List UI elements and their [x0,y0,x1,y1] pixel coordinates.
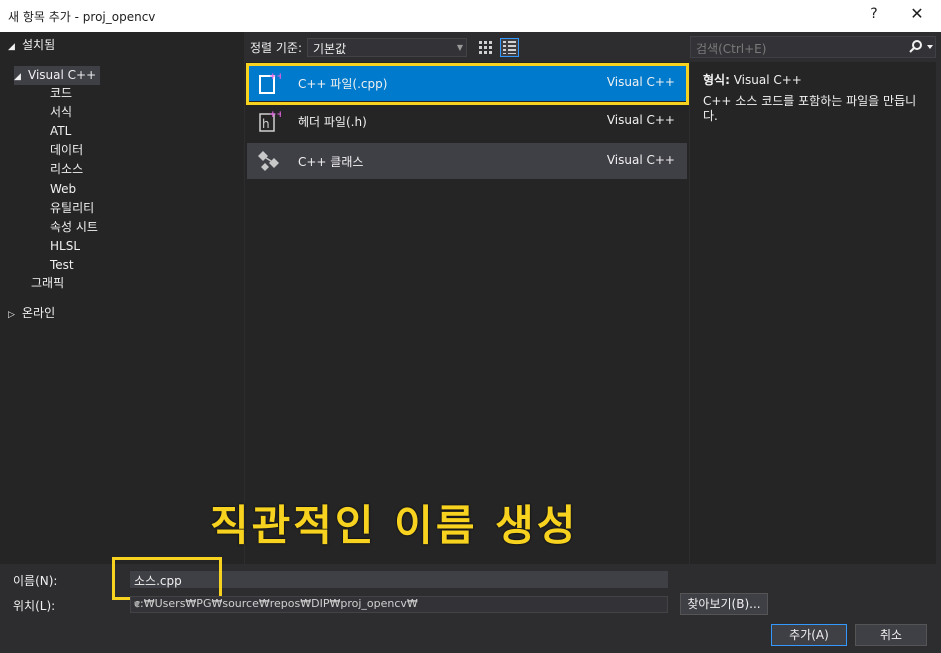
tree-item-visual-cpp[interactable]: ◢ Visual C++ [14,66,101,87]
expand-arrow-icon[interactable]: ◢ [8,38,22,57]
search-placeholder: 검색(Ctrl+E) [696,42,767,56]
sort-select-value: 기본값 [313,42,347,56]
tree-item-hlsl[interactable]: HLSL [50,237,80,256]
sort-label: 정렬 기준: [250,41,303,55]
tree-item-test[interactable]: Test [50,256,74,275]
list-view-icon [503,41,516,54]
chevron-down-icon: ▼ [456,43,463,52]
template-name: 헤더 파일(.h) [298,115,367,129]
template-item-header-file[interactable]: h ++ 헤더 파일(.h) Visual C++ [247,103,687,139]
category-tree: ◢ 설치됨 ◢ Visual C++ 코드 서식 ATL 데이터 리소스 Web 유… [0,32,244,564]
template-name: C++ 클래스 [298,155,364,169]
template-description: C++ 소스 코드를 포함하는 파일을 만듭니다. [703,94,917,123]
tree-item-label: 온라인 [22,306,56,320]
template-type: 형식: Visual C++ [703,71,802,88]
tree-item-data[interactable]: 데이터 [50,141,83,160]
tree-item-resource[interactable]: 리소스 [50,160,83,179]
tree-item-utility[interactable]: 유틸리티 [50,199,94,218]
header-file-icon: h ++ [259,110,281,132]
tree-item-label: Visual C++ [28,68,97,82]
tree-item-atl[interactable]: ATL [50,122,71,141]
template-list: ++ C++ 파일(.cpp) Visual C++ h ++ 헤더 파일(.h… [245,62,689,564]
class-icon [258,151,279,171]
list-view-button[interactable] [500,38,519,57]
window-title: 새 항목 추가 - proj_opencv [8,10,156,24]
tree-item-label: 설치됨 [22,38,56,52]
highlight-box-cpp [246,63,689,105]
collapse-arrow-icon[interactable]: ▷ [8,306,22,325]
help-button[interactable]: ? [866,6,882,22]
add-button[interactable]: 추가(A) [771,624,847,646]
template-info-panel: 형식: Visual C++ C++ 소스 코드를 포함하는 파일을 만듭니다. [690,62,936,564]
tree-item-code[interactable]: 코드 [50,84,72,103]
location-field[interactable]: c:₩Users₩PG₩source₩repos₩DIP₩proj_opencv… [130,596,668,613]
name-label: 이름(N): [13,574,58,588]
close-button[interactable]: ✕ [905,4,929,23]
type-label: 형식: [703,73,730,87]
svg-text:++: ++ [269,110,281,120]
tree-item-installed[interactable]: ◢ 설치됨 [8,36,55,55]
search-icon[interactable] [905,39,935,55]
template-language: Visual C++ [606,153,675,167]
search-input[interactable]: 검색(Ctrl+E) [690,36,936,58]
tree-item-property-sheet[interactable]: 속성 시트 [50,218,98,237]
highlight-box-name [112,557,222,600]
tree-item-web[interactable]: Web [50,180,76,199]
browse-button[interactable]: 찾아보기(B)... [680,593,768,615]
tree-item-format[interactable]: 서식 [50,103,72,122]
location-label: 위치(L): [13,599,56,613]
tree-item-graphics[interactable]: 그래픽 [31,274,64,293]
grid-view-icon [479,41,492,54]
overlay-caption: 직관적인 이름 생성 [210,501,579,550]
expand-arrow-icon[interactable]: ◢ [14,68,28,87]
type-value: Visual C++ [733,73,802,87]
sort-select[interactable]: 기본값 ▼ [307,38,467,57]
chevron-down-icon[interactable]: ▼ [134,600,664,609]
template-item-cpp-class[interactable]: C++ 클래스 Visual C++ [247,143,687,179]
grid-view-button[interactable] [476,38,495,57]
template-language: Visual C++ [606,113,675,127]
cancel-button[interactable]: 취소 [855,624,927,646]
title-bar: 새 항목 추가 - proj_opencv ? ✕ [0,0,941,32]
tree-item-online[interactable]: ▷ 온라인 [8,304,55,323]
